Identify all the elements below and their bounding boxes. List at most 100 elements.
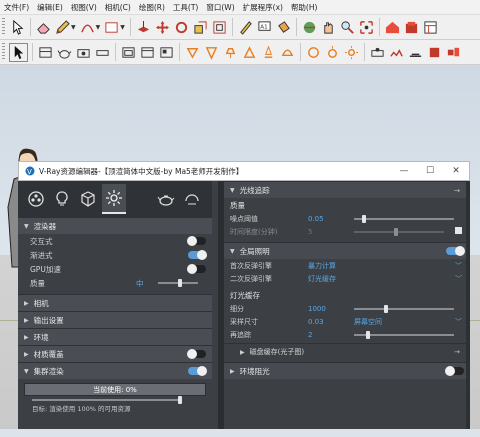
materials-tab-icon[interactable] [24,185,48,213]
maximize-button[interactable]: ☐ [417,166,443,176]
menu-window[interactable]: 窗口(W) [202,2,238,13]
quality-slider[interactable] [158,279,198,287]
offset-icon[interactable] [211,19,228,36]
subdivs-value[interactable]: 1000 [308,305,348,313]
scale-icon[interactable] [192,19,209,36]
dome-light-icon[interactable] [279,44,296,61]
zoom-extents-icon[interactable] [358,19,375,36]
text-icon[interactable]: A1 [256,19,273,36]
primary-engine-row[interactable]: 首次反弹引擎 暴力计算 ﹀ [224,259,470,272]
retrace-slider[interactable] [354,331,454,339]
geometry-tab-icon[interactable] [76,185,100,213]
menu-help[interactable]: 帮助(H) [287,2,322,13]
advanced-arrow-icon[interactable]: → [454,348,460,356]
tape-icon[interactable] [237,19,254,36]
cursor-icon[interactable] [9,42,28,62]
lamp-icon[interactable] [222,44,239,61]
time-limit-slider[interactable] [354,228,444,236]
sphere-light-icon[interactable] [324,44,341,61]
eraser-icon[interactable] [35,19,52,36]
toolbar-grip[interactable] [2,18,5,36]
mesh-icon[interactable] [241,44,258,61]
batch-icon[interactable] [445,44,462,61]
move-icon[interactable] [154,19,171,36]
ies-icon[interactable] [305,44,322,61]
light-bulb-icon[interactable] [184,44,201,61]
menu-tools[interactable]: 工具(T) [169,2,202,13]
renderer-section-header[interactable]: ▼ 渲染器 [18,217,212,234]
layers-icon[interactable] [158,44,175,61]
material-override-section-header[interactable]: ▶ 材质覆盖 [18,345,212,362]
teapot-icon[interactable] [56,44,73,61]
pencil-icon[interactable] [54,19,71,36]
close-button[interactable]: ✕ [443,166,469,176]
flat-icon[interactable] [94,44,111,61]
material-override-toggle[interactable] [187,349,206,359]
sun-icon[interactable] [343,44,360,61]
advanced-arrow-icon[interactable]: → [454,186,460,195]
render-options-icon[interactable] [180,185,204,213]
render-teapot-icon[interactable] [154,185,178,213]
plane-icon[interactable] [407,44,424,61]
vray-title-bar[interactable]: V V-Ray资源编辑器-【顶渲简体中文版-by Ma5老师开发制作】 — ☐ … [18,161,470,181]
time-limit-value[interactable]: 5 [308,228,348,236]
camera-section-header[interactable]: ▶ 相机 [18,294,212,311]
pushpull-icon[interactable] [135,19,152,36]
frame-icon[interactable] [139,44,156,61]
window-icon[interactable] [120,44,137,61]
mesh-export-icon[interactable] [426,44,443,61]
triangle-icon[interactable] [203,44,220,61]
chevron-down-icon[interactable]: ﹀ [455,274,462,284]
raytrace-section-header[interactable]: ▼ 光线追踪 → [224,181,470,198]
retrace-value[interactable]: 2 [308,331,348,339]
shape-icon[interactable] [103,19,120,36]
progressive-toggle[interactable] [188,250,207,260]
sample-mode-value[interactable]: 屏幕空间 [354,317,382,327]
primary-engine-value[interactable]: 暴力计算 [308,261,336,271]
secondary-engine-row[interactable]: 二次反弹引擎 灯光缓存 ﹀ [224,272,470,285]
toolbar-grip[interactable] [2,43,5,61]
proxy-icon[interactable] [369,44,386,61]
ao-section-header[interactable]: ▶ 环境阻光 [224,362,470,379]
menu-file[interactable]: 文件(F) [0,2,33,13]
environment-section-header[interactable]: ▶ 环境 [18,328,212,345]
extension-warehouse-icon[interactable] [403,19,420,36]
gpu-toggle[interactable] [187,264,206,274]
menu-edit[interactable]: 编辑(E) [33,2,67,13]
swarm-section-header[interactable]: ▼ 集群渲染 [18,362,212,379]
select-icon[interactable] [9,19,26,36]
disk-cache-row[interactable]: ▶ 磁盘缓存(光子图) → [224,343,470,360]
pan-icon[interactable] [320,19,337,36]
arc-icon[interactable] [79,19,96,36]
chevron-down-icon[interactable]: ﹀ [455,317,462,327]
noise-threshold-value[interactable]: 0.05 [308,215,348,223]
component-icon[interactable] [37,44,54,61]
menu-camera[interactable]: 相机(C) [101,2,135,13]
menu-view[interactable]: 视图(V) [67,2,101,13]
right-scrollbar[interactable] [466,181,470,429]
sphere-icon[interactable] [75,44,92,61]
paint-icon[interactable] [275,19,292,36]
time-limit-checkbox[interactable] [455,227,462,234]
chevron-down-icon[interactable]: ﹀ [455,261,462,271]
orbit-icon[interactable] [301,19,318,36]
sample-size-value[interactable]: 0.03 [308,318,348,326]
gi-toggle[interactable] [446,246,465,256]
minimize-button[interactable]: — [391,166,417,176]
menu-draw[interactable]: 绘图(R) [135,2,169,13]
gi-section-header[interactable]: ▼ 全局照明 [224,242,470,259]
secondary-engine-value[interactable]: 灯光缓存 [308,274,336,284]
rect-light-icon[interactable] [260,44,277,61]
noise-threshold-slider[interactable] [354,215,454,223]
menu-extensions[interactable]: 扩展程序(x) [239,2,287,13]
warehouse-icon[interactable] [384,19,401,36]
layout-icon[interactable] [422,19,439,36]
subdivs-slider[interactable] [354,305,454,313]
swarm-toggle[interactable] [188,366,207,376]
fur-icon[interactable] [388,44,405,61]
ao-toggle[interactable] [445,366,464,376]
settings-tab-icon[interactable] [102,184,126,214]
lights-tab-icon[interactable] [50,185,74,213]
interactive-toggle[interactable] [187,236,206,246]
zoom-icon[interactable] [339,19,356,36]
